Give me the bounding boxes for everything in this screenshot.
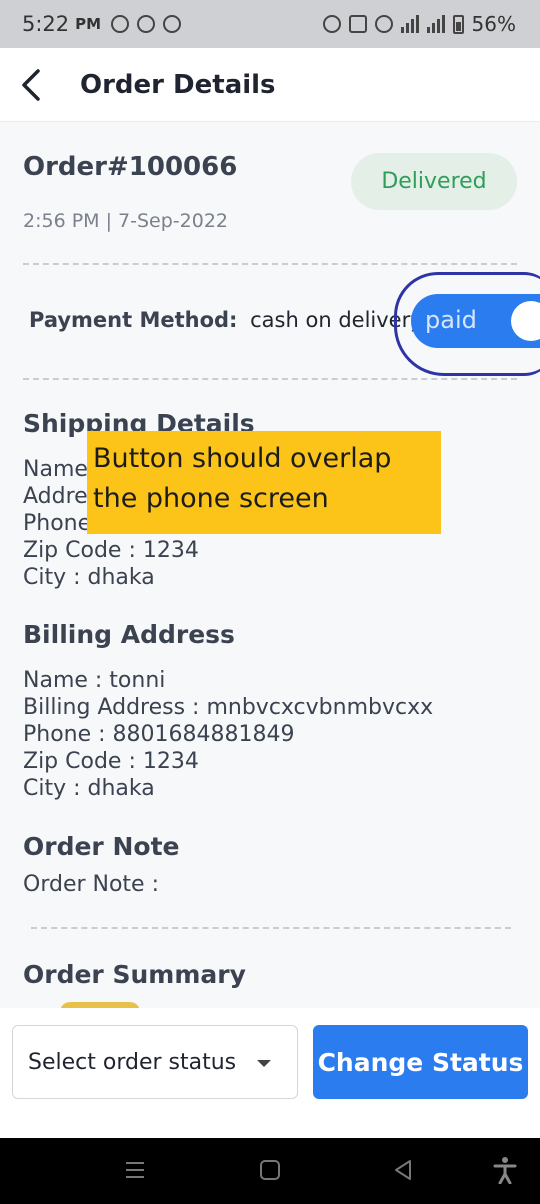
order-status-select[interactable]: Select order status: [12, 1025, 298, 1099]
change-status-button[interactable]: Change Status: [313, 1025, 528, 1099]
paid-toggle-label: paid: [425, 306, 477, 334]
back-nav-icon[interactable]: [392, 1159, 414, 1181]
shipping-zip: Zip Code : 1234: [23, 538, 199, 563]
status-badge: Delivered: [351, 153, 517, 210]
paid-toggle[interactable]: paid: [411, 294, 540, 348]
notification-icons: [111, 15, 182, 33]
shipping-name: Name: [23, 457, 88, 482]
divider: [23, 378, 517, 380]
battery-icon: [452, 14, 464, 34]
payment-method-label: Payment Method:: [29, 308, 238, 332]
status-time: 5:22: [22, 12, 70, 36]
wifi-icon: [374, 15, 393, 33]
shipping-phone: Phone: [23, 511, 92, 536]
billing-phone: Phone : 8801684881849: [23, 722, 295, 747]
divider: [31, 927, 511, 929]
vibrate-icon: [348, 15, 367, 33]
whatsapp-icon: [111, 15, 130, 33]
dropdown-caret-icon: [257, 1060, 271, 1067]
battery-percent: 56%: [471, 12, 516, 36]
order-number: Order#100066: [23, 152, 238, 182]
system-nav-bar: [0, 1138, 540, 1204]
order-details-content[interactable]: Order#100066 Delivered 2:56 PM | 7-Sep-2…: [0, 122, 540, 1008]
accessibility-icon[interactable]: [493, 1156, 517, 1184]
page-title: Order Details: [80, 69, 276, 100]
divider: [23, 263, 517, 265]
order-note-text: Order Note :: [23, 872, 159, 897]
bottom-action-bar: Select order status Change Status: [0, 1008, 540, 1138]
billing-city: City : dhaka: [23, 776, 155, 801]
alarm-icon: [322, 15, 341, 33]
order-datetime: 2:56 PM | 7-Sep-2022: [23, 210, 229, 232]
shipping-address: Addre: [23, 484, 88, 509]
payment-method-row: Payment Method: cash on delivery: [29, 308, 423, 332]
system-icons: 56%: [322, 0, 516, 48]
app-bar: Order Details: [0, 48, 540, 122]
annotation-note: Button should overlap the phone screen: [87, 431, 441, 534]
back-arrow-icon: [22, 68, 40, 101]
payment-method-value: cash on delivery: [250, 308, 423, 332]
home-icon[interactable]: [259, 1159, 281, 1181]
billing-address-title: Billing Address: [23, 620, 235, 649]
back-button[interactable]: [0, 48, 66, 122]
signal-2-icon: [426, 15, 445, 33]
order-summary-title: Order Summary: [23, 960, 246, 989]
toggle-knob: [511, 301, 540, 341]
order-status-select-label: Select order status: [28, 1049, 237, 1075]
hand-icon: [137, 15, 156, 33]
billing-address: Billing Address : mnbvcxcvbnmbvcxx: [23, 695, 434, 720]
signal-icon: [400, 15, 419, 33]
billing-zip: Zip Code : 1234: [23, 749, 199, 774]
status-ampm: PM: [75, 15, 102, 33]
billing-name: Name : tonni: [23, 668, 166, 693]
drive-icon: [163, 15, 182, 33]
order-note-title: Order Note: [23, 832, 180, 861]
shipping-city: City : dhaka: [23, 565, 155, 590]
recent-apps-icon[interactable]: [124, 1159, 146, 1181]
status-bar: 5:22 PM 56%: [0, 0, 540, 48]
